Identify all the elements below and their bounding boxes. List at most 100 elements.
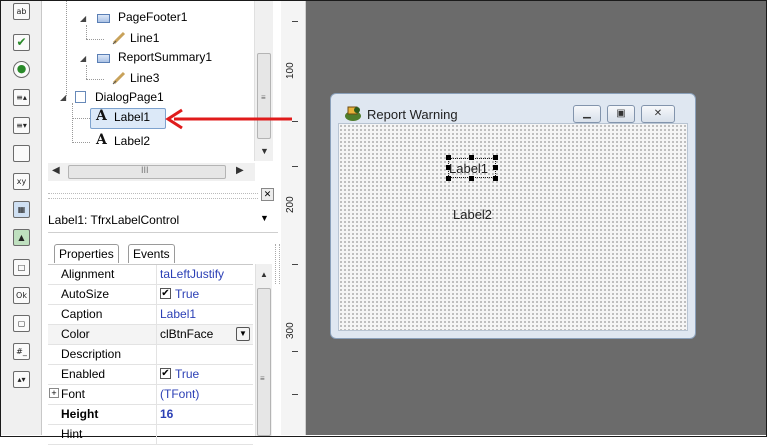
tree-item-reportsummary1[interactable]: ReportSummary1 [118, 50, 212, 64]
tree-item-line1[interactable]: Line1 [130, 31, 159, 45]
splitter[interactable] [48, 193, 258, 199]
scroll-down-icon[interactable]: ▼ [260, 146, 269, 156]
property-name: Description [61, 347, 122, 361]
property-name: Height [61, 407, 99, 421]
chevron-down-icon[interactable]: ▼ [260, 213, 269, 223]
properties-scrollbar[interactable]: ▲ ≡ [255, 264, 272, 436]
expand-icon[interactable]: + [49, 388, 59, 398]
splitter-toggle-icon[interactable]: ✕ [261, 188, 274, 201]
splitter-grip[interactable] [275, 244, 280, 284]
grip-icon: ≡ [261, 93, 266, 102]
collapse-icon[interactable]: ◢ [80, 54, 86, 63]
property-row[interactable]: Alignment taLeftJustify [48, 265, 253, 285]
resize-handle[interactable] [446, 155, 451, 160]
checkbox-icon[interactable]: ✔ [13, 34, 30, 51]
collapse-icon[interactable]: ◢ [60, 93, 66, 102]
property-name: AutoSize [61, 287, 110, 301]
tree-guide [72, 142, 90, 143]
tree-guide [66, 1, 67, 96]
property-name: Font [61, 387, 86, 401]
report-summary-icon [97, 54, 110, 63]
resize-handle[interactable] [469, 176, 474, 181]
dialog-page-icon [75, 91, 86, 103]
scroll-right-icon[interactable]: ▶ [236, 165, 244, 176]
datetime-icon[interactable]: xy [13, 173, 30, 190]
dialog-title: Report Warning [367, 107, 458, 122]
spin-icon[interactable]: ≡▴ [13, 89, 30, 106]
line-icon [112, 71, 126, 85]
resize-handle[interactable] [469, 155, 474, 160]
inspector-tabs: Properties Events [48, 244, 278, 264]
property-value[interactable]: taLeftJustify [160, 267, 224, 281]
tree-guide [72, 118, 90, 119]
tree-guide [86, 65, 87, 79]
tree-vertical-scrollbar[interactable]: ≡ ▼ [254, 1, 273, 161]
tree-item-label1[interactable]: Label1 [114, 110, 150, 124]
property-value: True [175, 287, 200, 301]
checkbox-checked-icon[interactable]: ✔ [160, 288, 171, 299]
tree-item-pagefooter1[interactable]: PageFooter1 [118, 10, 187, 24]
scroll-up-icon[interactable]: ▲ [260, 270, 268, 279]
property-row[interactable]: Height 16 [48, 405, 253, 425]
ruler-label: 200 [285, 196, 296, 213]
resize-handle[interactable] [493, 176, 498, 181]
property-row[interactable]: Color clBtnFace ▼ [48, 325, 253, 345]
form-label1[interactable]: Label1 [449, 161, 488, 176]
property-row[interactable]: AutoSize ✔ True [48, 285, 253, 305]
grip-icon: ≡ [260, 374, 265, 383]
property-value[interactable]: 16 [160, 407, 173, 421]
property-value: True [175, 367, 200, 381]
property-row[interactable]: Caption Label1 [48, 305, 253, 325]
dropdown-icon[interactable]: ▼ [236, 327, 250, 341]
resize-handle[interactable] [446, 176, 451, 181]
minimize-button[interactable]: ▁ [573, 105, 601, 123]
property-name: Enabled [61, 367, 106, 381]
tree-horizontal-scrollbar[interactable]: ◀ III ▶ [48, 163, 255, 181]
object-selector[interactable]: Label1: TfrxLabelControl ▼ [48, 207, 278, 233]
panel-icon[interactable] [13, 145, 30, 162]
tree-item-dialogpage1[interactable]: DialogPage1 [95, 90, 164, 104]
report-app-icon [345, 106, 361, 121]
property-row[interactable]: Hint [48, 425, 253, 445]
edit-mask-icon[interactable]: #_ [13, 343, 30, 360]
line-icon [112, 31, 126, 45]
tree-item-line3[interactable]: Line3 [130, 71, 159, 85]
scrollbar-thumb[interactable] [257, 288, 271, 436]
property-name: Alignment [61, 267, 115, 281]
property-value[interactable]: Label1 [160, 307, 196, 321]
tab-events[interactable]: Events [128, 244, 175, 263]
collapse-icon[interactable]: ◢ [80, 14, 86, 23]
checkbox-checked-icon[interactable]: ✔ [160, 368, 171, 379]
ok-button-icon[interactable]: Ok [13, 287, 30, 304]
form-label2[interactable]: Label2 [453, 207, 492, 222]
frame-icon[interactable]: ▢ [13, 315, 30, 332]
resize-handle[interactable] [493, 155, 498, 160]
scrollbar-thumb[interactable]: III [68, 165, 226, 179]
property-name: Hint [61, 427, 83, 441]
label-icon: A [96, 108, 107, 124]
property-row[interactable]: Enabled ✔ True [48, 365, 253, 385]
close-button[interactable]: ✕ [641, 105, 675, 123]
ruler-label: 100 [285, 62, 296, 79]
updown-icon[interactable]: ▴▾ [13, 371, 30, 388]
image-icon[interactable]: ▲ [13, 229, 30, 246]
radio-icon[interactable]: ● [13, 61, 30, 78]
tree-guide [86, 79, 104, 80]
resize-handle[interactable] [493, 165, 498, 170]
scroll-left-icon[interactable]: ◀ [52, 165, 60, 176]
maximize-button[interactable]: ▣ [607, 105, 635, 123]
tree-item-label2[interactable]: Label2 [114, 134, 150, 148]
property-row[interactable]: + Font (TFont) [48, 385, 253, 405]
tab-properties[interactable]: Properties [54, 244, 119, 263]
shape-icon[interactable]: □ [13, 259, 30, 276]
object-selector-value: Label1: TfrxLabelControl [48, 213, 180, 227]
property-value[interactable]: clBtnFace [160, 327, 213, 341]
property-value[interactable]: (TFont) [160, 387, 199, 401]
dialog-grid[interactable] [338, 123, 688, 331]
property-row[interactable]: Description [48, 345, 253, 365]
edit-icon[interactable]: ab [13, 3, 30, 20]
spin2-icon[interactable]: ≡▾ [13, 117, 30, 134]
tree-guide [72, 103, 73, 143]
grid-icon[interactable]: ▦ [13, 201, 30, 218]
label-icon: A [96, 132, 107, 148]
